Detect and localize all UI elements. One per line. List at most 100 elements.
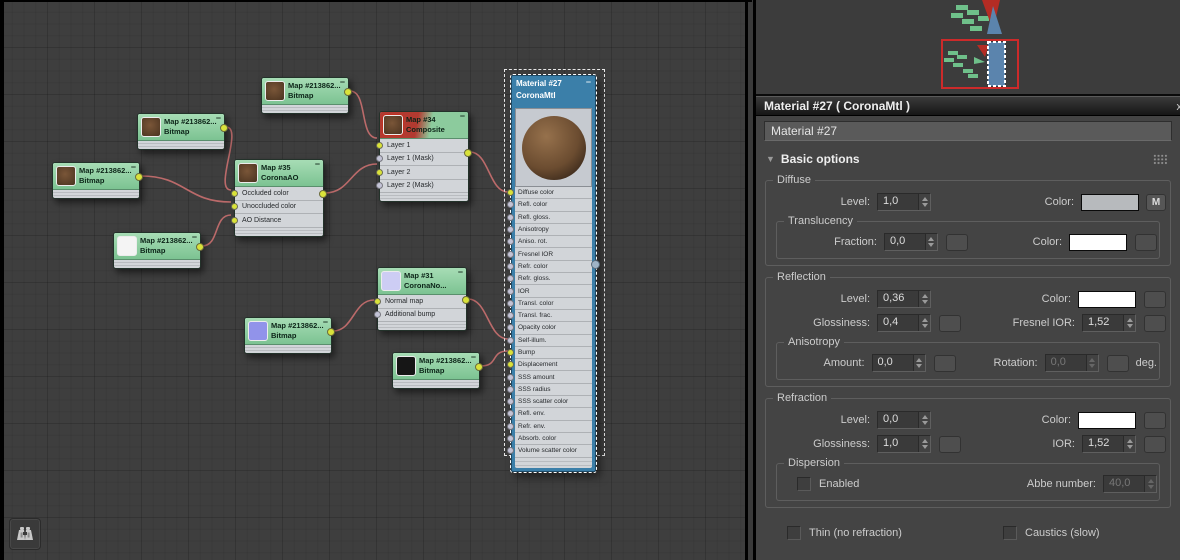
input-socket[interactable] bbox=[507, 349, 514, 356]
translucency-color-swatch[interactable] bbox=[1069, 233, 1127, 251]
thin-checkbox[interactable] bbox=[787, 526, 801, 540]
rotation-spinner[interactable]: 0,0 bbox=[1044, 354, 1099, 372]
input-socket[interactable] bbox=[507, 262, 514, 270]
abbe-number-spinner[interactable]: 40,0 bbox=[1103, 475, 1157, 493]
reflection-color-swatch[interactable] bbox=[1078, 290, 1136, 308]
spinner-arrows-icon[interactable] bbox=[918, 194, 930, 210]
output-socket[interactable] bbox=[462, 296, 470, 304]
collapse-icon[interactable]: − bbox=[458, 267, 463, 277]
diffuse-level-spinner[interactable]: 1,0 bbox=[877, 193, 931, 211]
output-socket[interactable] bbox=[327, 328, 335, 336]
bitmap-node-2[interactable]: Map #213862... Bitmap − bbox=[137, 113, 228, 150]
corona-normal-node[interactable]: Map #31 CoronaNo... − Normal map Additional … bbox=[374, 267, 470, 331]
input-socket[interactable] bbox=[507, 238, 514, 246]
input-socket[interactable] bbox=[507, 299, 514, 307]
close-icon[interactable]: x bbox=[1177, 98, 1180, 115]
spinner-arrows-icon[interactable] bbox=[924, 234, 937, 250]
collapse-icon[interactable]: − bbox=[340, 77, 345, 87]
input-socket[interactable] bbox=[507, 201, 514, 209]
input-socket[interactable] bbox=[507, 398, 514, 406]
material-input-slot[interactable]: Anisotropy bbox=[507, 223, 592, 237]
input-slot[interactable]: Layer 1 bbox=[376, 139, 468, 153]
navigator-panel[interactable] bbox=[756, 0, 1180, 96]
refraction-glossiness-map-button[interactable] bbox=[939, 435, 961, 453]
material-input-slot[interactable]: Refr. color bbox=[507, 260, 592, 274]
material-input-slot[interactable]: Bump bbox=[507, 346, 592, 360]
fraction-spinner[interactable]: 0,0 bbox=[883, 233, 938, 251]
material-input-slot[interactable]: Self-illum. bbox=[507, 334, 592, 347]
input-slot[interactable]: Layer 1 (Mask) bbox=[376, 152, 468, 166]
input-socket[interactable] bbox=[507, 361, 514, 369]
ior-map-button[interactable] bbox=[1144, 435, 1166, 453]
input-socket[interactable] bbox=[507, 324, 514, 332]
spinner-arrows-icon[interactable] bbox=[918, 315, 930, 331]
bitmap-node-6[interactable]: Map #213862... Bitmap − bbox=[392, 352, 483, 389]
input-socket[interactable] bbox=[376, 182, 383, 190]
input-socket[interactable] bbox=[507, 250, 514, 258]
input-socket[interactable] bbox=[507, 275, 514, 283]
diffuse-map-button[interactable]: M bbox=[1146, 193, 1166, 211]
material-node[interactable]: Material #27 CoronaMtl − Diffuse color Re… bbox=[507, 74, 600, 473]
collapse-icon[interactable]: − bbox=[216, 113, 221, 123]
material-input-slot[interactable]: Refl. color bbox=[507, 199, 592, 212]
bitmap-node-1[interactable]: Map #213862... Bitmap − bbox=[261, 77, 352, 114]
material-input-slot[interactable]: Refr. gloss. bbox=[507, 273, 592, 286]
material-input-slot[interactable]: Refl. gloss. bbox=[507, 211, 592, 224]
reflection-color-map-button[interactable] bbox=[1144, 290, 1166, 308]
material-input-slot[interactable]: IOR bbox=[507, 285, 592, 298]
input-socket[interactable] bbox=[507, 336, 514, 344]
material-input-slot[interactable]: Volume scatter color bbox=[507, 445, 592, 458]
caustics-checkbox[interactable] bbox=[1003, 526, 1017, 540]
node-graph-canvas[interactable]: Map #213862... Bitmap − Map #213862... Bitma… bbox=[0, 0, 745, 560]
output-socket[interactable] bbox=[319, 190, 327, 198]
fresnel-ior-spinner[interactable]: 1,52 bbox=[1082, 314, 1136, 332]
input-slot[interactable]: Additional bump bbox=[374, 308, 466, 322]
input-socket[interactable] bbox=[507, 226, 514, 234]
material-title-bar[interactable]: Material #27 ( CoronaMtl ) x bbox=[756, 96, 1180, 116]
output-socket[interactable] bbox=[475, 363, 483, 371]
input-socket[interactable] bbox=[507, 373, 514, 381]
material-input-slot[interactable]: Transl. frac. bbox=[507, 309, 592, 323]
panel-divider[interactable] bbox=[745, 0, 756, 560]
material-output-socket[interactable] bbox=[591, 260, 600, 269]
material-preview[interactable] bbox=[515, 108, 592, 187]
collapse-icon[interactable]: − bbox=[471, 352, 476, 362]
input-socket[interactable] bbox=[376, 168, 383, 176]
input-socket[interactable] bbox=[374, 297, 381, 305]
refraction-color-map-button[interactable] bbox=[1144, 411, 1166, 429]
input-socket[interactable] bbox=[507, 213, 514, 221]
material-input-slot[interactable]: SSS scatter color bbox=[507, 396, 592, 409]
input-slot[interactable]: Unoccluded color bbox=[231, 200, 323, 214]
input-socket[interactable] bbox=[231, 216, 238, 224]
input-socket[interactable] bbox=[507, 422, 514, 430]
spinner-arrows-icon[interactable] bbox=[918, 436, 930, 452]
material-input-slot[interactable]: Refl. env. bbox=[507, 408, 592, 421]
reflection-glossiness-map-button[interactable] bbox=[939, 314, 961, 332]
spinner-arrows-icon[interactable] bbox=[918, 412, 930, 428]
input-socket[interactable] bbox=[507, 435, 514, 443]
spinner-arrows-icon[interactable] bbox=[1123, 436, 1135, 452]
reflection-level-spinner[interactable]: 0,36 bbox=[877, 290, 931, 308]
input-slot[interactable]: AO Distance bbox=[231, 214, 323, 228]
rotation-map-button[interactable] bbox=[1106, 354, 1129, 372]
bitmap-node-5[interactable]: Map #213862... Bitmap − bbox=[244, 317, 335, 354]
material-input-slot[interactable]: Fresnel IOR bbox=[507, 248, 592, 261]
output-socket[interactable] bbox=[196, 243, 204, 251]
ior-spinner[interactable]: 1,52 bbox=[1082, 435, 1136, 453]
material-input-slot[interactable]: Displacement bbox=[507, 359, 592, 372]
input-slot[interactable]: Layer 2 (Mask) bbox=[376, 179, 468, 193]
material-input-slot[interactable]: Transl. color bbox=[507, 297, 592, 310]
basic-options-rollout[interactable]: ▼ Basic options bbox=[756, 149, 1180, 169]
diffuse-color-swatch[interactable] bbox=[1081, 193, 1139, 211]
anisotropy-amount-spinner[interactable]: 0,0 bbox=[871, 354, 926, 372]
rollout-grip-icon[interactable] bbox=[1153, 153, 1168, 165]
fresnel-ior-map-button[interactable] bbox=[1144, 314, 1166, 332]
bitmap-node-4[interactable]: Map #213862... Bitmap − bbox=[113, 232, 204, 269]
collapse-icon[interactable]: − bbox=[192, 232, 197, 242]
output-socket[interactable] bbox=[344, 88, 352, 96]
spinner-arrows-icon[interactable] bbox=[1123, 315, 1135, 331]
collapse-icon[interactable]: − bbox=[323, 317, 328, 327]
input-socket[interactable] bbox=[507, 287, 514, 295]
translucency-color-map-button[interactable] bbox=[1135, 233, 1157, 251]
refraction-level-spinner[interactable]: 0,0 bbox=[877, 411, 931, 429]
